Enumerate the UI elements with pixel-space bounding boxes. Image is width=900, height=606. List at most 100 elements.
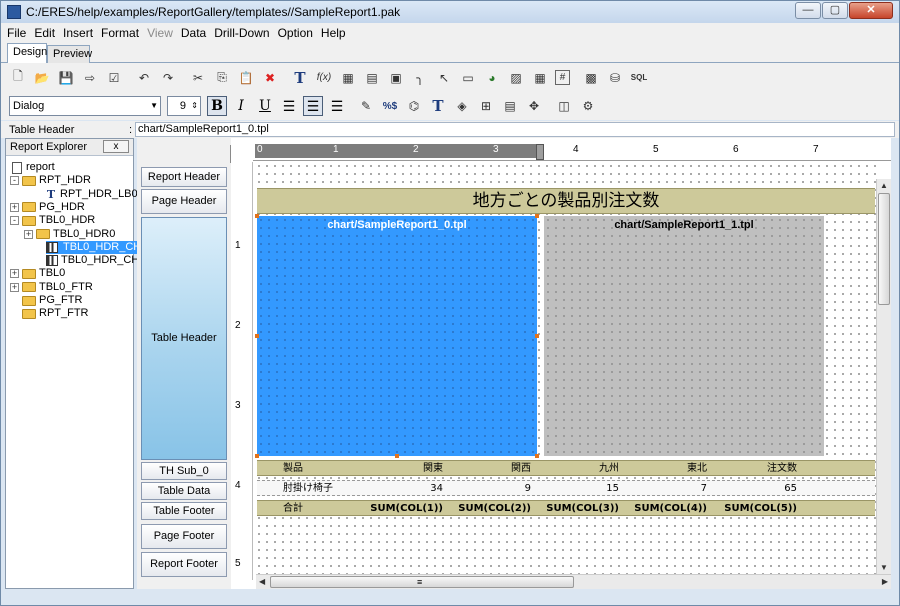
table-cell[interactable]: 肘掛け椅子 bbox=[279, 481, 357, 495]
menu-help[interactable]: Help bbox=[321, 26, 346, 40]
code-icon[interactable]: ⌬ bbox=[405, 97, 423, 115]
selection-value-field[interactable]: chart/SampleReport1_0.tpl bbox=[135, 122, 895, 137]
open-folder-icon[interactable]: 📂 bbox=[33, 69, 51, 87]
font-name-select[interactable]: Dialog ▼ bbox=[9, 96, 161, 116]
band-table-data[interactable]: Table Data bbox=[141, 482, 227, 500]
tab-preview[interactable]: Preview bbox=[47, 45, 92, 63]
delete-icon[interactable]: ✖ bbox=[261, 69, 279, 87]
picture-icon[interactable]: ▨ bbox=[507, 69, 525, 87]
save-icon[interactable]: 💾 bbox=[57, 69, 75, 87]
cut-icon[interactable]: ✂ bbox=[189, 69, 207, 87]
undo-icon[interactable]: ↶ bbox=[135, 69, 153, 87]
border-icon[interactable]: ⊞ bbox=[477, 97, 495, 115]
resize-handle[interactable] bbox=[535, 214, 539, 218]
chart-0-placeholder[interactable]: chart/SampleReport1_0.tpl bbox=[257, 216, 537, 456]
insert-line-icon[interactable]: ╮ bbox=[411, 69, 429, 87]
table-cell[interactable]: 九州 bbox=[535, 461, 623, 475]
text-tool-icon[interactable]: T bbox=[291, 69, 309, 87]
copy-icon[interactable]: ⎘ bbox=[213, 69, 231, 87]
page-number-icon[interactable]: # bbox=[555, 70, 570, 85]
insert-image-file-icon[interactable]: ▣ bbox=[387, 69, 405, 87]
collapse-icon[interactable]: - bbox=[10, 216, 19, 226]
formula-icon[interactable]: f(x) bbox=[315, 69, 333, 87]
expand-icon[interactable]: + bbox=[24, 229, 33, 239]
resize-handle[interactable] bbox=[255, 334, 259, 338]
export-icon[interactable]: ⇨ bbox=[81, 69, 99, 87]
rectangle-icon[interactable]: ▭ bbox=[459, 69, 477, 87]
font-size-stepper[interactable]: 9 ⇕ bbox=[167, 96, 201, 116]
band-th-sub-0[interactable]: TH Sub_0 bbox=[141, 462, 227, 480]
band-page-header[interactable]: Page Header bbox=[141, 189, 227, 214]
band-page-footer[interactable]: Page Footer bbox=[141, 524, 227, 549]
pointer-icon[interactable]: ↖ bbox=[435, 69, 453, 87]
table-cell[interactable]: SUM(COL(5)) bbox=[711, 501, 801, 515]
table-cell[interactable]: 7 bbox=[623, 481, 711, 495]
bold-button[interactable]: B bbox=[207, 96, 227, 116]
checklist-icon[interactable]: ☑ bbox=[105, 69, 123, 87]
vertical-scroll-thumb[interactable] bbox=[878, 193, 890, 305]
redo-icon[interactable]: ↷ bbox=[159, 69, 177, 87]
close-button[interactable]: ✕ bbox=[849, 2, 893, 19]
align-right-button[interactable]: ☰ bbox=[327, 96, 347, 116]
edit-icon[interactable]: ✎ bbox=[357, 97, 375, 115]
tree-item[interactable]: report bbox=[12, 161, 55, 174]
tree-item[interactable]: PG_HDR bbox=[22, 201, 85, 214]
table-cell[interactable]: SUM(COL(2)) bbox=[447, 501, 535, 515]
text-color-icon[interactable]: T bbox=[429, 97, 447, 115]
table-cell[interactable]: SUM(COL(4)) bbox=[623, 501, 711, 515]
horizontal-scrollbar[interactable]: ◀ ≡ ▶ bbox=[256, 574, 891, 589]
band-report-header[interactable]: Report Header bbox=[141, 167, 227, 187]
vertical-scrollbar[interactable]: ▲ ▼ bbox=[876, 179, 891, 574]
resize-handle[interactable] bbox=[255, 454, 259, 458]
band-report-footer[interactable]: Report Footer bbox=[141, 552, 227, 577]
insert-table-icon[interactable]: ▦ bbox=[339, 69, 357, 87]
menu-option[interactable]: Option bbox=[278, 26, 313, 40]
new-file-icon[interactable]: 🗋 bbox=[9, 69, 27, 87]
explorer-close-button[interactable]: x bbox=[103, 140, 129, 153]
database-icon[interactable]: ⛁ bbox=[606, 69, 624, 87]
properties-icon[interactable]: ▤ bbox=[501, 97, 519, 115]
tab-design[interactable]: Design bbox=[7, 43, 47, 64]
ruler-marker-handle[interactable] bbox=[536, 144, 544, 160]
align-center-button[interactable]: ☰ bbox=[303, 96, 323, 116]
scroll-left-icon[interactable]: ◀ bbox=[259, 577, 265, 586]
tree-item[interactable]: TBL0 bbox=[22, 267, 65, 280]
expand-icon[interactable]: + bbox=[10, 282, 19, 292]
table-cell[interactable]: 15 bbox=[535, 481, 623, 495]
pie-chart-icon[interactable]: ◕ bbox=[483, 69, 501, 87]
tree-item[interactable]: RPT_HDR bbox=[22, 174, 91, 187]
menu-view[interactable]: View bbox=[147, 26, 173, 40]
format-number-icon[interactable]: %$ bbox=[381, 97, 399, 115]
menu-format[interactable]: Format bbox=[101, 26, 139, 40]
resize-handle[interactable] bbox=[255, 214, 259, 218]
horizontal-scroll-thumb[interactable]: ≡ bbox=[270, 576, 574, 588]
table-cell[interactable]: SUM(COL(1)) bbox=[357, 501, 447, 515]
expand-icon[interactable]: + bbox=[10, 202, 19, 212]
collapse-icon[interactable]: - bbox=[10, 176, 19, 186]
table-cell[interactable]: SUM(COL(3)) bbox=[535, 501, 623, 515]
menu-data[interactable]: Data bbox=[181, 26, 206, 40]
table-cell[interactable]: 9 bbox=[447, 481, 535, 495]
scroll-right-icon[interactable]: ▶ bbox=[882, 577, 888, 586]
table-cell[interactable]: 関東 bbox=[357, 461, 447, 475]
sql-icon[interactable]: SQL bbox=[630, 69, 648, 87]
tree-item[interactable]: TBL0_FTR bbox=[22, 281, 93, 294]
menu-insert[interactable]: Insert bbox=[63, 26, 93, 40]
menu-edit[interactable]: Edit bbox=[34, 26, 55, 40]
chart-1-placeholder[interactable]: chart/SampleReport1_1.tpl bbox=[544, 216, 824, 456]
menu-file[interactable]: File bbox=[7, 26, 26, 40]
report-title-label[interactable]: 地方ごとの製品別注文数 bbox=[257, 188, 875, 214]
band-table-footer[interactable]: Table Footer bbox=[141, 502, 227, 520]
grid-icon[interactable]: ▩ bbox=[582, 69, 600, 87]
scroll-down-icon[interactable]: ▼ bbox=[880, 563, 888, 572]
table-cell[interactable]: 東北 bbox=[623, 461, 711, 475]
table-cell[interactable]: 合計 bbox=[279, 501, 349, 515]
paste-icon[interactable]: 📋 bbox=[237, 69, 255, 87]
expand-icon[interactable]: + bbox=[10, 269, 19, 279]
band-table-header[interactable]: Table Header bbox=[141, 217, 227, 460]
tree-item[interactable]: TBL0_HDR bbox=[22, 214, 95, 227]
resize-handle[interactable] bbox=[535, 334, 539, 338]
layout-icon[interactable]: ◫ bbox=[555, 97, 573, 115]
tree-item[interactable]: TBL0_HDR0 bbox=[36, 228, 115, 241]
maximize-button[interactable]: ▢ bbox=[822, 2, 848, 19]
